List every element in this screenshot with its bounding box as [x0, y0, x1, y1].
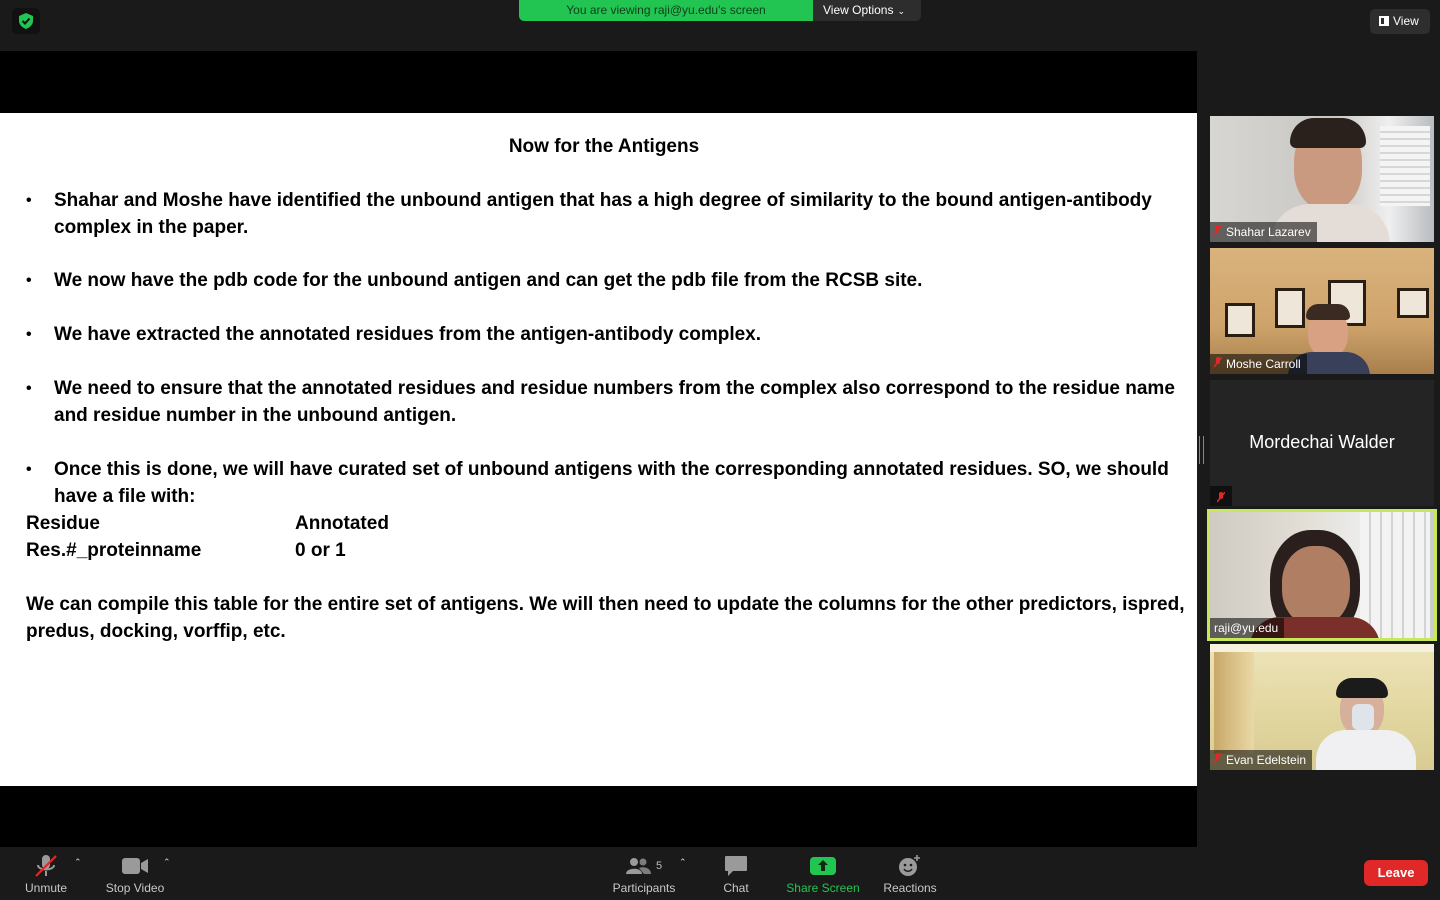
- closing-paragraph: We can compile this table for the entire…: [26, 594, 1185, 642]
- shared-screen: Now for the Antigens • Shahar and Moshe …: [0, 51, 1197, 847]
- slide-bullet: • Shahar and Moshe have identified the u…: [26, 187, 1176, 241]
- bullet-icon: •: [26, 272, 32, 289]
- share-screen-button[interactable]: Share Screen: [782, 853, 864, 895]
- table-cell: Res.#_proteinname: [26, 540, 202, 561]
- slide-title: Now for the Antigens: [508, 136, 700, 157]
- participant-name-tag: Shahar Lazarev: [1210, 222, 1317, 242]
- participants-options-chevron-icon[interactable]: ⌃: [679, 857, 687, 868]
- participant-name: Moshe Carroll: [1226, 357, 1301, 371]
- bullet-text: We need to ensure that the annotated res…: [54, 378, 1175, 426]
- unmute-button[interactable]: Unmute: [18, 853, 74, 895]
- share-screen-arrow-icon: [782, 853, 864, 879]
- bullet-icon: •: [26, 192, 32, 209]
- presentation-slide: Now for the Antigens • Shahar and Moshe …: [0, 113, 1197, 786]
- slide-bullet: • We have extracted the annotated residu…: [26, 321, 1176, 348]
- share-screen-label: Share Screen: [786, 881, 860, 895]
- participant-tile[interactable]: Evan Edelstein: [1210, 644, 1434, 770]
- security-shield-icon[interactable]: [12, 8, 40, 34]
- unmute-label: Unmute: [24, 881, 68, 895]
- participant-tile-active-speaker[interactable]: raji@yu.edu: [1207, 509, 1437, 641]
- muted-mic-icon: [1213, 750, 1223, 770]
- participants-label: Participants: [612, 881, 676, 895]
- participant-name: Shahar Lazarev: [1226, 225, 1311, 239]
- participant-name: Evan Edelstein: [1226, 753, 1307, 767]
- slide-bullet: • We need to ensure that the annotated r…: [26, 375, 1176, 429]
- chevron-down-icon: ⌄: [897, 6, 906, 16]
- muted-mic-icon: [1210, 486, 1232, 506]
- video-camera-icon: [100, 853, 170, 879]
- participant-name-tag: Evan Edelstein: [1210, 750, 1313, 770]
- audio-options-chevron-icon[interactable]: ⌃: [74, 857, 82, 868]
- muted-microphone-icon: [18, 853, 74, 879]
- slide-bullet: • Once this is done, we will have curate…: [26, 456, 1176, 510]
- screen-share-banner: You are viewing raji@yu.edu's screen Vie…: [519, 0, 921, 21]
- chat-label: Chat: [723, 881, 749, 895]
- participant-tile[interactable]: Moshe Carroll: [1210, 248, 1434, 374]
- view-options-button[interactable]: View Options ⌄: [813, 0, 921, 21]
- reactions-button[interactable]: Reactions: [880, 853, 940, 895]
- stop-video-label: Stop Video: [105, 881, 165, 895]
- reactions-emoji-icon: [880, 853, 940, 879]
- bullet-text: We have extracted the annotated residues…: [54, 324, 762, 345]
- chat-button[interactable]: Chat: [712, 853, 760, 895]
- chat-bubble-icon: [712, 853, 760, 879]
- top-bar: You are viewing raji@yu.edu's screen Vie…: [0, 0, 1440, 51]
- slide-bullet: • We now have the pdb code for the unbou…: [26, 267, 1176, 294]
- participant-name: raji@yu.edu: [1214, 621, 1279, 635]
- participant-tile[interactable]: Shahar Lazarev: [1210, 116, 1434, 242]
- bullet-icon: •: [26, 461, 32, 478]
- panel-resize-handle[interactable]: [1199, 436, 1204, 464]
- participant-display-name: Mordechai Walder: [1249, 432, 1395, 452]
- bullet-text: We now have the pdb code for the unbound…: [54, 270, 923, 291]
- view-button[interactable]: View: [1370, 9, 1430, 34]
- table-cell: Annotated: [295, 513, 389, 534]
- muted-mic-icon: [1213, 222, 1223, 242]
- participants-count: 5: [655, 860, 663, 872]
- participant-name-tag: raji@yu.edu: [1210, 618, 1285, 638]
- participants-button[interactable]: 5 Participants: [608, 853, 680, 895]
- leave-button[interactable]: Leave: [1364, 860, 1428, 886]
- participants-icon: 5: [608, 853, 680, 879]
- stop-video-button[interactable]: Stop Video: [100, 853, 170, 895]
- table-cell: 0 or 1: [295, 540, 346, 561]
- bullet-icon: •: [26, 380, 32, 397]
- view-button-label: View: [1393, 14, 1419, 28]
- participant-name-tag: Moshe Carroll: [1210, 354, 1307, 374]
- table-cell: Residue: [26, 513, 100, 534]
- view-options-label: View Options: [823, 3, 894, 17]
- meeting-toolbar: Unmute ⌃ Stop Video ⌃ 5 Participants ⌃ C…: [0, 847, 1440, 900]
- gallery-view-icon: [1379, 16, 1389, 26]
- viewing-banner-text: You are viewing raji@yu.edu's screen: [519, 0, 813, 21]
- reactions-label: Reactions: [883, 881, 937, 895]
- bullet-text: Once this is done, we will have curated …: [54, 459, 1169, 507]
- bullet-icon: •: [26, 326, 32, 343]
- muted-mic-icon: [1213, 354, 1223, 374]
- video-options-chevron-icon[interactable]: ⌃: [163, 857, 171, 868]
- participant-tile[interactable]: Mordechai Walder: [1210, 380, 1434, 506]
- bullet-text: Shahar and Moshe have identified the unb…: [54, 190, 1152, 238]
